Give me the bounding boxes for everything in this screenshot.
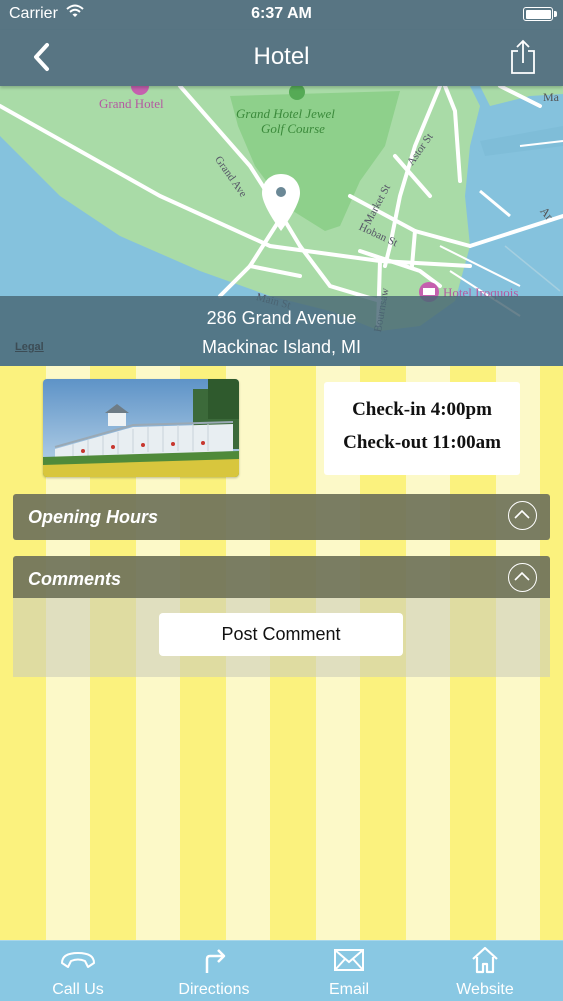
checkout-time: Check-out 11:00am [343,432,501,453]
home-icon [425,945,545,975]
status-time: 6:37 AM [251,5,312,22]
comments-header[interactable]: Comments [13,556,550,598]
opening-hours-header[interactable]: Opening Hours [13,494,550,540]
map-view[interactable]: Grand Hotel Grand Hotel Jewel Golf Cours… [0,86,563,366]
battery-icon [523,7,557,21]
status-bar: Carrier 6:37 AM [0,0,563,30]
page-title: Hotel [253,43,310,70]
address-line-1: 286 Grand Avenue [206,308,357,328]
address-overlay: 286 Grand Avenue Mackinac Island, MI [0,296,563,366]
map-label-edge-ma: Ma [543,90,559,104]
post-comment-button[interactable]: Post Comment [159,613,403,656]
map-label-golf-line1: Grand Hotel Jewel [236,106,335,121]
tab-website[interactable]: Website [425,941,545,1001]
legal-link[interactable]: Legal [15,341,44,353]
opening-hours-label: Opening Hours [28,507,158,527]
tab-email[interactable]: Email [289,941,409,1001]
envelope-icon [289,945,409,975]
checkin-time: Check-in 4:00pm [352,399,492,420]
directions-arrow-icon [154,945,274,975]
tab-call-us[interactable]: Call Us [18,941,138,1001]
map-label-grand-hotel: Grand Hotel [99,96,164,111]
share-button[interactable] [509,39,537,75]
navigation-bar: Hotel [0,30,563,86]
tab-label-email: Email [328,981,369,998]
chevron-up-icon [508,501,537,530]
chevron-up-icon [508,563,537,592]
hotel-photo[interactable] [43,379,239,477]
hotel-photo-image [43,379,239,477]
address-line-2: Mackinac Island, MI [201,337,362,357]
comments-label: Comments [28,569,122,589]
tab-label-website: Website [456,981,514,998]
map-label-golf-line2: Golf Course [261,121,325,136]
checkin-info-box: Check-in 4:00pm Check-out 11:00am [324,382,520,475]
tab-bar: Call Us Directions Email Website [0,940,563,1001]
phone-icon [18,945,138,975]
tab-label-directions: Directions [178,981,250,998]
share-icon [511,39,535,74]
tab-directions[interactable]: Directions [154,941,274,1001]
tab-label-call-us: Call Us [52,981,104,998]
